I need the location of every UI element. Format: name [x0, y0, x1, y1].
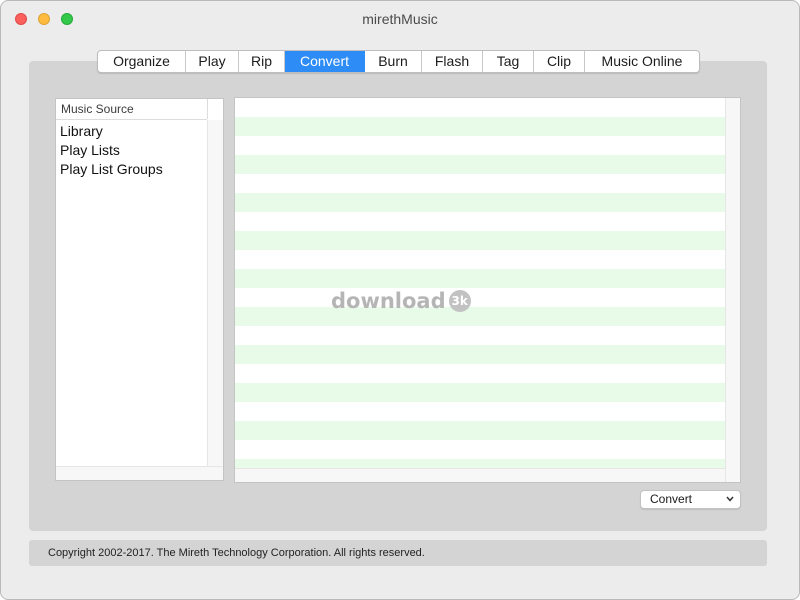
table-row[interactable]	[235, 174, 725, 193]
tab-music-online[interactable]: Music Online	[585, 51, 699, 72]
table-row[interactable]	[235, 383, 725, 402]
table-row[interactable]	[235, 288, 725, 307]
table-row[interactable]	[235, 212, 725, 231]
chevron-down-icon	[726, 496, 734, 502]
copyright-footer: Copyright 2002-2017. The Mireth Technolo…	[29, 540, 767, 566]
source-vertical-scrollbar[interactable]	[207, 120, 223, 466]
watermark-badge-icon: 3k	[448, 290, 471, 312]
tab-play[interactable]: Play	[186, 51, 239, 72]
source-item-play-list-groups[interactable]: Play List Groups	[60, 161, 163, 177]
tab-burn[interactable]: Burn	[365, 51, 422, 72]
table-row[interactable]	[235, 136, 725, 155]
table-row[interactable]	[235, 440, 725, 459]
header-divider	[207, 99, 208, 119]
table-row[interactable]	[235, 269, 725, 288]
tab-rip[interactable]: Rip	[239, 51, 285, 72]
tab-bar: Organize Play Rip Convert Burn Flash Tag…	[97, 50, 700, 73]
title-bar: mirethMusic	[1, 1, 799, 37]
table-row[interactable]	[235, 250, 725, 269]
table-row[interactable]	[235, 364, 725, 383]
source-horizontal-scrollbar[interactable]	[56, 466, 223, 480]
source-item-play-lists[interactable]: Play Lists	[60, 142, 120, 158]
table-row[interactable]	[235, 402, 725, 421]
action-select-value: Convert	[650, 492, 693, 506]
window-title: mirethMusic	[362, 11, 438, 27]
tab-tag[interactable]: Tag	[483, 51, 534, 72]
table-row[interactable]	[235, 117, 725, 136]
music-source-header[interactable]: Music Source	[56, 99, 207, 120]
table-row[interactable]	[235, 307, 725, 326]
watermark-text: download	[331, 289, 446, 313]
table-row[interactable]	[235, 193, 725, 212]
tab-convert[interactable]: Convert	[285, 51, 365, 72]
source-item-library[interactable]: Library	[60, 123, 103, 139]
watermark-logo: download 3k	[331, 289, 471, 313]
music-source-panel: Music Source Library Play Lists Play Lis…	[55, 98, 224, 481]
table-row[interactable]	[235, 345, 725, 364]
track-list-rows	[235, 98, 725, 478]
table-row[interactable]	[235, 155, 725, 174]
track-vertical-scrollbar[interactable]	[725, 98, 740, 482]
tab-clip[interactable]: Clip	[534, 51, 585, 72]
action-select[interactable]: Convert	[640, 490, 741, 509]
table-row[interactable]	[235, 231, 725, 250]
table-row[interactable]	[235, 98, 725, 117]
tab-organize[interactable]: Organize	[98, 51, 186, 72]
track-list-panel[interactable]	[234, 97, 741, 483]
app-window: mirethMusic Organize Play Rip Convert Bu…	[0, 0, 800, 600]
table-row[interactable]	[235, 421, 725, 440]
tab-flash[interactable]: Flash	[422, 51, 483, 72]
table-row[interactable]	[235, 326, 725, 345]
track-horizontal-scrollbar[interactable]	[235, 468, 725, 482]
